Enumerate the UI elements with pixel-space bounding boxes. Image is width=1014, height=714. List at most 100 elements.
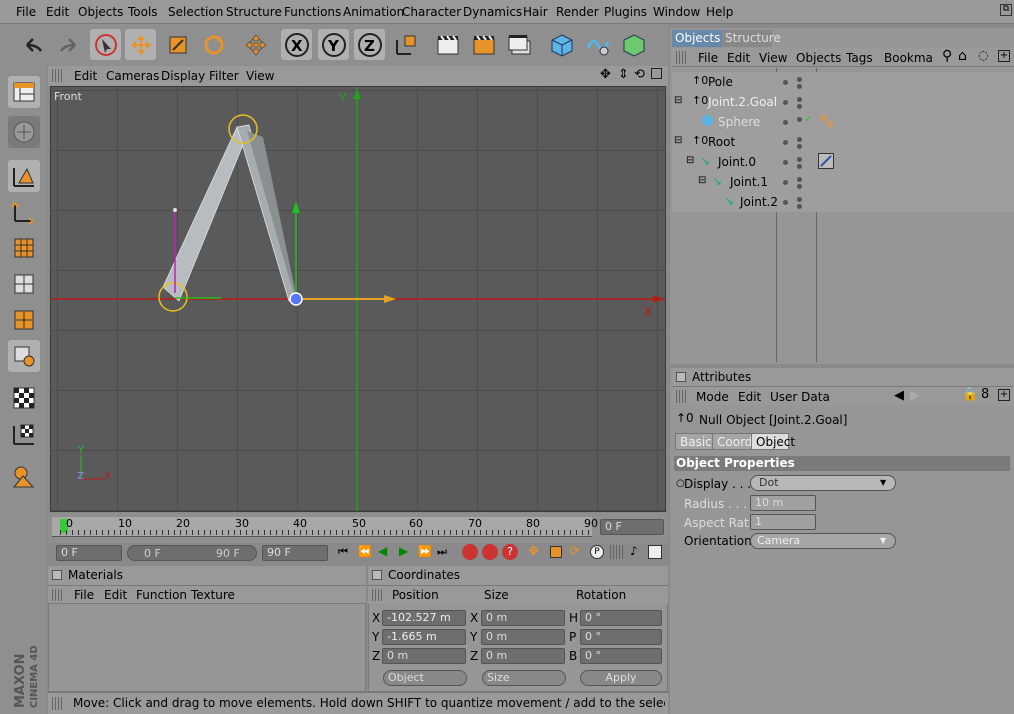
visibility-dot[interactable] [797, 104, 802, 109]
start-frame-field[interactable]: 0 F [56, 545, 122, 561]
previous-key-icon[interactable]: ⏪ [358, 545, 372, 558]
view-icon[interactable]: ◌ [978, 48, 988, 62]
materials-menu-file[interactable]: File [74, 588, 94, 602]
menu-dynamics[interactable]: Dynamics [463, 5, 522, 19]
render-picture-viewer-icon[interactable] [468, 29, 499, 60]
visibility-dot[interactable] [783, 120, 788, 125]
menu-render[interactable]: Render [556, 5, 599, 19]
attributes-menu-mode[interactable]: Mode [696, 390, 729, 404]
menu-animation[interactable]: Animation [343, 5, 404, 19]
materials-menu-function[interactable]: Function [136, 588, 187, 602]
scale-tool-icon[interactable] [162, 29, 193, 60]
viewport-menu-edit[interactable]: Edit [74, 69, 97, 83]
viewport-rotate-icon[interactable]: ⟲ [634, 67, 645, 82]
coordinate-system-icon[interactable] [240, 29, 271, 60]
rotation-h-field[interactable]: 0 ° [580, 610, 662, 626]
current-frame-field[interactable]: 0 F [600, 519, 664, 535]
apply-button[interactable]: Apply [580, 670, 662, 686]
points-mode-icon[interactable] [8, 304, 40, 336]
play-forward-icon[interactable]: ▶ [399, 544, 408, 558]
next-key-icon[interactable]: ⏩ [418, 545, 432, 558]
y-axis-lock-icon[interactable]: Y [318, 29, 349, 60]
size-x-field[interactable]: 0 m [481, 610, 565, 626]
aspect-ratio-field[interactable]: 1 [750, 514, 816, 530]
undo-icon[interactable] [18, 29, 49, 60]
forward-arrow-icon[interactable]: ▶ [910, 388, 920, 403]
drag-handle[interactable] [372, 589, 384, 601]
back-arrow-icon[interactable]: ◀ [894, 388, 904, 403]
visibility-dot[interactable] [797, 97, 802, 102]
collapse-icon[interactable]: ⊟ [686, 155, 694, 166]
world-coordinates-icon[interactable] [390, 29, 421, 60]
menu-tools[interactable]: Tools [128, 5, 158, 19]
objects-menu-file[interactable]: File [698, 51, 718, 65]
visibility-dot[interactable] [783, 100, 788, 105]
visibility-dot[interactable] [783, 80, 788, 85]
restore-icon[interactable]: ⧉ [1000, 4, 1012, 16]
orientation-select[interactable]: Camera [750, 533, 896, 549]
menu-objects[interactable]: Objects [78, 5, 123, 19]
viewport-move-icon[interactable]: ✥ [600, 67, 611, 82]
viewport-menu-filter[interactable]: Filter [209, 69, 239, 83]
go-to-end-icon[interactable]: ⏭ [437, 545, 447, 559]
drag-handle[interactable] [676, 390, 688, 403]
tab-objects[interactable]: Objects [672, 30, 722, 47]
visibility-dot[interactable] [797, 77, 802, 82]
auto-key-icon[interactable] [482, 544, 498, 560]
rotation-p-field[interactable]: 0 ° [580, 629, 662, 645]
interpolation-icon[interactable]: ♪ [630, 544, 638, 558]
visibility-dot[interactable] [797, 157, 802, 162]
radius-field[interactable]: 10 m [750, 495, 816, 511]
objects-menu-view[interactable]: View [759, 51, 787, 65]
workplane-mode-icon[interactable] [8, 268, 40, 300]
texture-mode-icon[interactable] [8, 232, 40, 264]
rotate-tool-icon[interactable] [198, 29, 229, 60]
key-rotation-icon[interactable]: ⟳ [569, 544, 580, 559]
size-y-field[interactable]: 0 m [481, 629, 565, 645]
visibility-dot[interactable] [797, 144, 802, 149]
keyframe-selection-icon[interactable]: ? [502, 544, 518, 560]
polygons-mode-icon[interactable] [8, 382, 40, 414]
visibility-dot[interactable] [797, 117, 802, 122]
layout-icon[interactable] [8, 76, 40, 108]
animation-mode-icon[interactable] [8, 460, 40, 492]
menu-file[interactable]: File [16, 5, 36, 19]
objects-menu-objects[interactable]: Objects [796, 51, 841, 65]
key-position-icon[interactable]: ✥ [528, 544, 539, 559]
menu-structure[interactable]: Structure [226, 5, 282, 19]
spline-pen-icon[interactable] [582, 29, 613, 60]
rotation-b-field[interactable]: 0 ° [580, 648, 662, 664]
visibility-dot[interactable] [797, 184, 802, 189]
drag-handle[interactable] [52, 697, 64, 710]
position-x-field[interactable]: -102.527 m [382, 610, 466, 626]
viewport-menu-cameras[interactable]: Cameras [106, 69, 159, 83]
cube-icon[interactable] [546, 29, 577, 60]
nurbs-icon[interactable] [618, 29, 649, 60]
visibility-dot[interactable] [783, 160, 788, 165]
visibility-dot[interactable] [797, 204, 802, 209]
attributes-checkbox[interactable] [676, 372, 686, 382]
render-settings-icon[interactable] [504, 29, 535, 60]
tab-basic[interactable]: Basic [675, 433, 713, 450]
menu-character[interactable]: Character [402, 5, 461, 19]
visibility-dot[interactable] [797, 137, 802, 142]
menu-selection[interactable]: Selection [168, 5, 223, 19]
go-to-start-icon[interactable]: ⏮ [338, 545, 348, 559]
check-icon[interactable]: ✓ [804, 114, 812, 125]
scheme-icon[interactable] [648, 545, 662, 559]
attributes-menu-edit[interactable]: Edit [738, 390, 761, 404]
objects-menu-edit[interactable]: Edit [727, 51, 750, 65]
search-icon[interactable]: ⚲ [942, 48, 952, 64]
lock-icon[interactable]: 🔒 [962, 387, 978, 402]
visibility-dot[interactable] [783, 140, 788, 145]
new-manager-icon[interactable]: + [998, 389, 1010, 401]
move-tool-icon[interactable] [125, 29, 156, 60]
collapse-icon[interactable]: ⊟ [698, 175, 706, 186]
coord-mode-select[interactable]: Object [383, 670, 467, 686]
home-icon[interactable]: ⌂ [958, 48, 967, 64]
key-parameter-icon[interactable]: P [590, 545, 604, 559]
edges-mode-icon[interactable] [8, 340, 40, 372]
tab-object[interactable]: Object [751, 433, 795, 450]
visibility-dot[interactable] [783, 180, 788, 185]
key-pla-icon[interactable] [610, 545, 624, 559]
